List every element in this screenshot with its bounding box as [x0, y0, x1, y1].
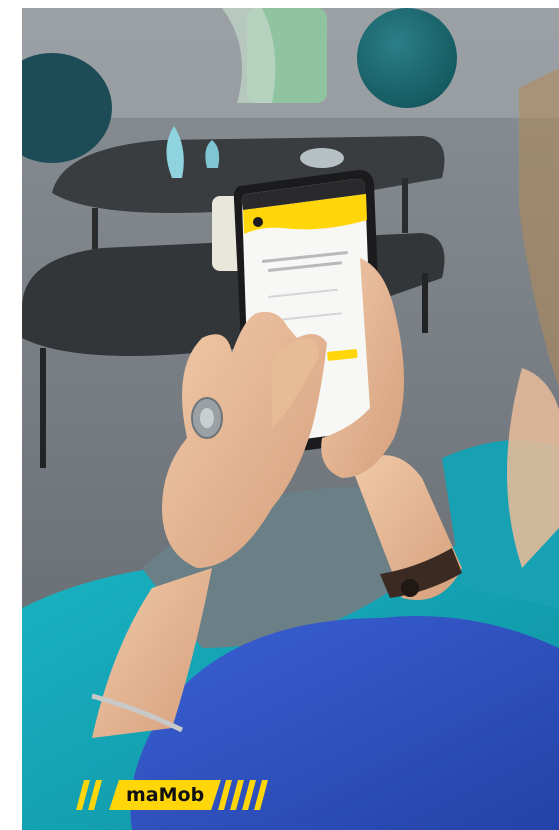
- balloon-icon: [253, 217, 263, 227]
- teal-ball: [357, 8, 457, 108]
- photo-scene: [22, 8, 559, 830]
- logo-stripes-right: [218, 780, 269, 810]
- logo-box: maMob: [109, 780, 222, 810]
- logo-text: maMob: [126, 784, 205, 806]
- mamob-logo: maMob: [76, 780, 278, 810]
- logo-stripes-left: [76, 780, 102, 810]
- photo-frame: maMob: [22, 8, 559, 830]
